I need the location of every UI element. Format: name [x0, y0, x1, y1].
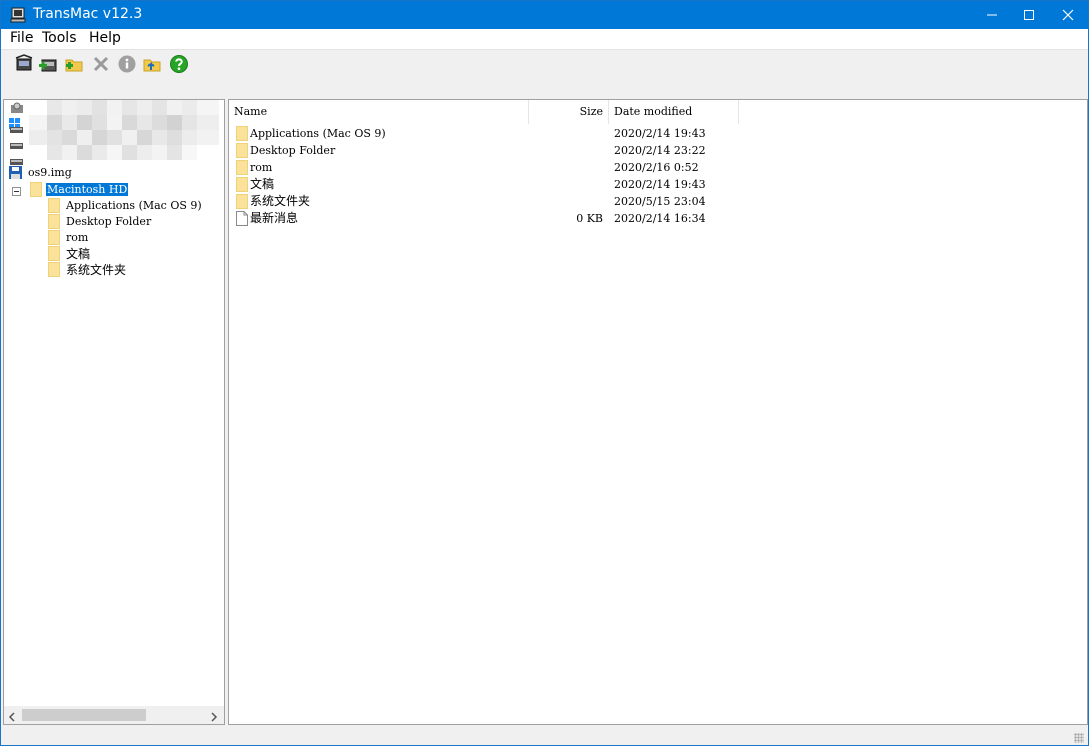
tree-item-label: Desktop Folder	[66, 215, 152, 228]
file-row[interactable]: 系统文件夹 2020/5/15 23:04	[229, 193, 1087, 210]
menu-tools[interactable]: Tools	[42, 30, 77, 46]
file-row[interactable]: Applications (Mac OS 9) 2020/2/14 19:43	[229, 125, 1087, 142]
hard-drive-icon	[10, 138, 24, 149]
floppy-icon	[9, 166, 23, 180]
tree-item-system-folder[interactable]: 系统文件夹	[66, 262, 126, 278]
folder-icon	[48, 262, 60, 277]
menu-help[interactable]: Help	[89, 30, 121, 46]
maximize-icon	[1024, 10, 1034, 20]
resize-grip-icon[interactable]	[1074, 733, 1084, 743]
document-icon	[236, 211, 248, 230]
file-date: 2020/2/14 16:34	[614, 212, 706, 225]
folder-icon	[48, 214, 60, 229]
info-icon[interactable]	[117, 54, 137, 74]
open-folder-icon[interactable]	[142, 54, 162, 74]
file-name: Desktop Folder	[250, 144, 336, 157]
column-header-size[interactable]: Size	[529, 100, 609, 124]
new-folder-icon[interactable]	[64, 54, 84, 74]
maximize-button[interactable]	[1009, 1, 1049, 29]
tree-item-label: 文稿	[66, 247, 91, 261]
title-bar[interactable]: TransMac v12.3	[1, 1, 1088, 29]
file-name: 系统文件夹	[250, 194, 311, 208]
folder-icon	[236, 143, 248, 158]
minimize-button[interactable]	[972, 1, 1012, 29]
menu-bar: File Tools Help	[1, 29, 1088, 49]
hard-drive-icon	[10, 154, 24, 165]
collapse-toggle[interactable]	[12, 185, 22, 196]
scrollbar-thumb[interactable]	[22, 709, 146, 721]
close-button[interactable]	[1048, 1, 1088, 29]
tree-item-label: Macintosh HD	[46, 183, 129, 196]
blurred-region	[29, 100, 223, 166]
tree-item-image-file[interactable]: os9.img	[28, 165, 72, 181]
app-window: TransMac v12.3 File Tools Help os9.img M…	[0, 0, 1089, 746]
app-icon	[10, 7, 26, 23]
horizontal-scrollbar[interactable]	[4, 706, 224, 724]
folder-icon	[236, 160, 248, 175]
close-icon	[1062, 9, 1074, 21]
file-name: 文稿	[250, 177, 275, 191]
toolbar	[1, 49, 1088, 99]
folder-icon	[236, 194, 248, 209]
file-list[interactable]: Name Size Date modified Applications (Ma…	[228, 99, 1088, 725]
tree-item-macintosh-hd[interactable]: Macintosh HD	[46, 182, 129, 198]
tree-item-label: 系统文件夹	[66, 263, 127, 277]
folder-icon	[236, 126, 248, 141]
tree-item-applications[interactable]: Applications (Mac OS 9)	[66, 198, 202, 214]
file-date: 2020/5/15 23:04	[614, 195, 706, 208]
status-bar	[1, 727, 1088, 745]
hard-drive-icon	[10, 122, 24, 133]
help-icon[interactable]	[169, 54, 189, 74]
file-row[interactable]: rom 2020/2/16 0:52	[229, 159, 1087, 176]
column-header-date[interactable]: Date modified	[609, 100, 739, 124]
folder-tree[interactable]: os9.img Macintosh HD Applications (Mac O…	[3, 99, 225, 725]
add-disk-icon[interactable]	[38, 54, 58, 74]
file-row[interactable]: 最新消息 0 KB 2020/2/14 16:34	[229, 210, 1087, 227]
minimize-icon	[987, 14, 997, 16]
file-size: 0 KB	[576, 212, 603, 225]
folder-icon	[48, 230, 60, 245]
list-header: Name Size Date modified	[229, 100, 1087, 124]
window-title: TransMac v12.3	[33, 6, 143, 22]
tree-item-label: rom	[66, 231, 89, 244]
column-header-name[interactable]: Name	[229, 100, 529, 124]
tree-item-label: Applications (Mac OS 9)	[66, 199, 202, 212]
file-date: 2020/2/14 19:43	[614, 127, 706, 140]
folder-icon	[30, 182, 42, 197]
open-disk-image-icon[interactable]	[14, 54, 34, 74]
file-date: 2020/2/14 19:43	[614, 178, 706, 191]
file-name: rom	[250, 161, 273, 174]
scroll-left-icon[interactable]	[8, 710, 16, 724]
file-name: Applications (Mac OS 9)	[250, 127, 386, 140]
file-row[interactable]: 文稿 2020/2/14 19:43	[229, 176, 1087, 193]
folder-icon	[48, 246, 60, 261]
tree-item-rom[interactable]: rom	[66, 230, 88, 246]
file-name: 最新消息	[250, 211, 299, 225]
folder-icon	[48, 198, 60, 213]
cd-drive-icon	[10, 102, 24, 114]
tree-item-label: os9.img	[28, 166, 72, 179]
delete-icon[interactable]	[91, 54, 111, 74]
tree-item-desktop-folder[interactable]: Desktop Folder	[66, 214, 151, 230]
file-date: 2020/2/14 23:22	[614, 144, 706, 157]
file-date: 2020/2/16 0:52	[614, 161, 699, 174]
file-row[interactable]: Desktop Folder 2020/2/14 23:22	[229, 142, 1087, 159]
menu-file[interactable]: File	[10, 30, 33, 46]
tree-item-documents[interactable]: 文稿	[66, 246, 90, 262]
scroll-right-icon[interactable]	[210, 710, 218, 724]
folder-icon	[236, 177, 248, 192]
